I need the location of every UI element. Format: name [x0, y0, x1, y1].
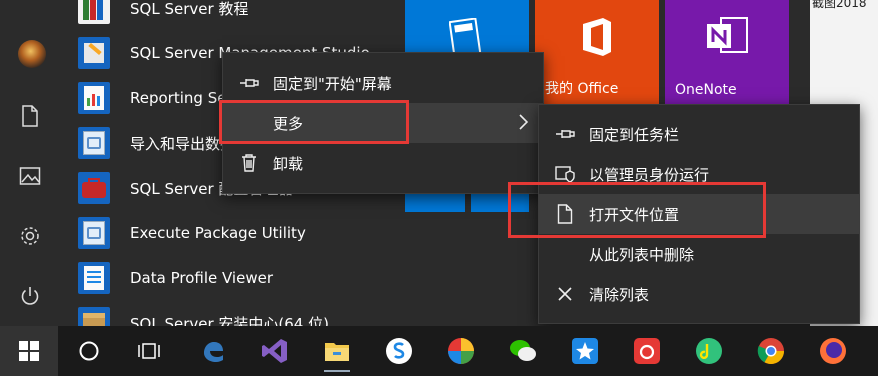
menu-uninstall[interactable]: 卸载	[223, 143, 543, 183]
wechat-icon	[510, 340, 536, 361]
app-label: 导入和导出数据	[130, 134, 236, 153]
menu-open-location-label: 打开文件位置	[589, 205, 680, 224]
tile-office-label: 我的 Office	[545, 81, 619, 97]
taskbar-netease-music[interactable]	[622, 326, 672, 376]
close-icon	[553, 282, 577, 306]
pictures-icon[interactable]	[16, 162, 44, 190]
menu-more[interactable]: 更多	[223, 103, 543, 143]
windows-logo-icon	[19, 341, 39, 361]
cortana-button[interactable]	[64, 326, 114, 376]
menu-pin-start[interactable]: 固定到"开始"屏幕	[223, 63, 543, 103]
documents-icon[interactable]	[16, 102, 44, 130]
menu-run-admin[interactable]: 以管理员身份运行	[539, 154, 859, 194]
menu-pin-start-label: 固定到"开始"屏幕	[273, 74, 392, 93]
netease-music-icon	[634, 338, 660, 364]
ssms-icon	[78, 37, 110, 69]
menu-more-label: 更多	[273, 114, 304, 133]
reporting-icon	[78, 82, 110, 114]
taskbar-qq-music[interactable]	[684, 326, 734, 376]
config-manager-icon	[78, 172, 110, 204]
data-profile-icon	[78, 262, 110, 294]
power-icon[interactable]	[16, 282, 44, 310]
app-item-execute-package[interactable]: Execute Package Utility	[78, 213, 398, 253]
taskbar-firefox[interactable]	[808, 326, 858, 376]
visual-studio-icon	[262, 339, 287, 363]
menu-remove-list[interactable]: 从此列表中删除	[539, 234, 859, 274]
import-export-icon	[78, 127, 110, 159]
taskbar-chrome[interactable]	[746, 326, 796, 376]
user-avatar[interactable]	[18, 40, 46, 68]
trash-icon	[237, 151, 261, 175]
menu-pin-taskbar-label: 固定到任务栏	[589, 125, 680, 144]
execute-package-icon	[78, 217, 110, 249]
pinwheel-icon	[448, 338, 474, 364]
onenote-icon	[707, 17, 748, 53]
admin-shield-icon	[553, 162, 577, 186]
chevron-right-icon	[517, 113, 529, 135]
chrome-icon	[757, 338, 785, 365]
menu-clear-list[interactable]: 清除列表	[539, 274, 859, 314]
app-label: SQL Server 教程	[130, 0, 249, 18]
pin-icon	[237, 71, 261, 95]
menu-uninstall-label: 卸载	[273, 154, 304, 173]
tile-onenote-label: OneNote	[675, 82, 737, 98]
folder-icon	[325, 343, 349, 361]
settings-gear-icon[interactable]	[16, 222, 44, 250]
menu-open-location[interactable]: 打开文件位置	[539, 194, 859, 234]
taskbar-wechat[interactable]	[498, 326, 548, 376]
start-button[interactable]	[0, 326, 58, 376]
cortana-circle-icon	[79, 341, 99, 361]
app-label: Data Profile Viewer	[130, 269, 273, 287]
taskbar-file-explorer[interactable]	[312, 326, 362, 376]
sql-books-icon	[78, 0, 110, 24]
app-item-sql-books[interactable]: SQL Server 教程	[78, 0, 398, 28]
app-item-data-profile[interactable]: Data Profile Viewer	[78, 258, 398, 298]
menu-run-admin-label: 以管理员身份运行	[589, 165, 710, 184]
edge-browser-icon	[204, 342, 223, 362]
qq-music-icon	[696, 338, 722, 364]
menu-pin-taskbar[interactable]: 固定到任务栏	[539, 114, 859, 154]
running-indicator	[324, 370, 350, 372]
blue-star-icon	[572, 338, 598, 364]
tile-office[interactable]: 我的 Office	[535, 0, 659, 104]
taskbar	[0, 326, 878, 376]
pin-icon	[553, 122, 577, 146]
taskbar-visual-studio[interactable]	[250, 326, 300, 376]
taskbar-edge[interactable]	[188, 326, 238, 376]
desktop-file-label[interactable]: 截图2018	[812, 0, 867, 11]
task-view-icon	[138, 343, 160, 359]
menu-clear-list-label: 清除列表	[589, 285, 650, 304]
menu-remove-list-label: 从此列表中删除	[589, 245, 695, 264]
tile-onenote[interactable]: OneNote	[665, 0, 789, 104]
task-view-button[interactable]	[124, 326, 174, 376]
taskbar-photos[interactable]	[436, 326, 486, 376]
app-label: Execute Package Utility	[130, 224, 306, 242]
context-menu: 固定到"开始"屏幕 更多 卸载	[222, 52, 544, 194]
taskbar-app-star[interactable]	[560, 326, 610, 376]
taskbar-sogou[interactable]	[374, 326, 424, 376]
firefox-icon	[820, 338, 846, 364]
office-icon	[583, 18, 611, 56]
start-left-rail	[0, 0, 62, 326]
file-icon	[553, 202, 577, 226]
submenu-more: 固定到任务栏 以管理员身份运行 打开文件位置 从此列表中删除 清除列表	[538, 104, 860, 324]
sogou-s-icon	[386, 338, 412, 364]
